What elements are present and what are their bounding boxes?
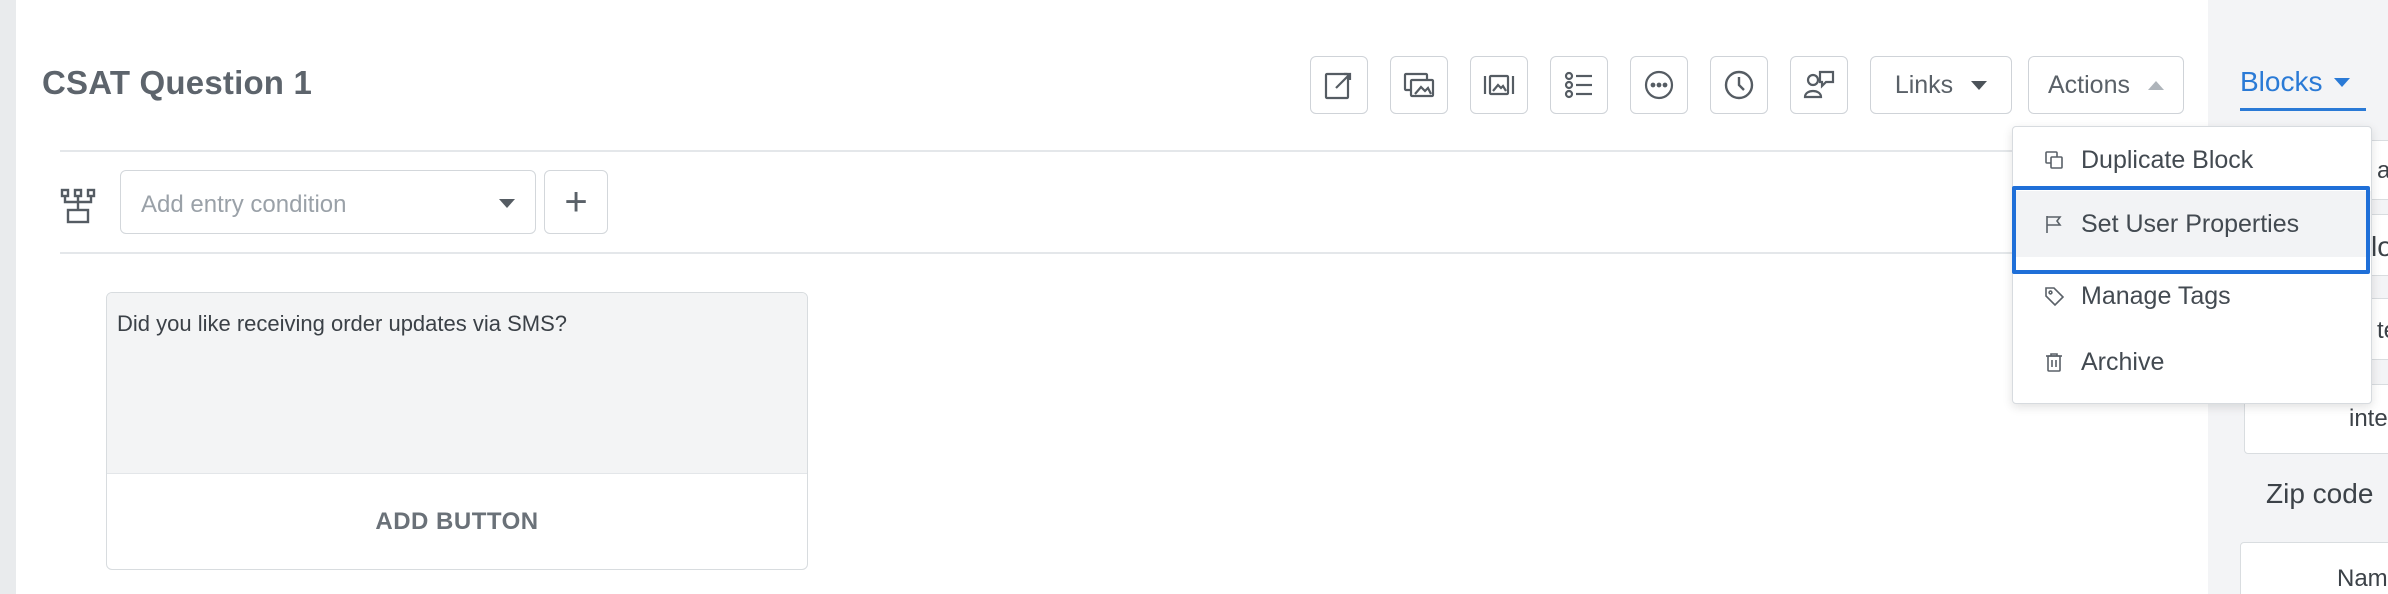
- blocks-tab[interactable]: Blocks: [2240, 66, 2351, 98]
- add-button[interactable]: ADD BUTTON: [107, 473, 807, 569]
- menu-item-duplicate-block[interactable]: Duplicate Block: [2013, 127, 2371, 193]
- left-rail: [0, 0, 16, 594]
- actions-label: Actions: [2048, 70, 2130, 99]
- links-dropdown[interactable]: Links: [1870, 56, 2012, 114]
- block-title[interactable]: CSAT Question 1: [42, 64, 312, 102]
- actions-dropdown[interactable]: Actions: [2028, 56, 2184, 114]
- entry-condition-placeholder: Add entry condition: [141, 191, 347, 218]
- panel-item[interactable]: Nam: [2240, 542, 2388, 594]
- menu-item-focus-ring: [2012, 186, 2370, 274]
- blocks-tab-label: Blocks: [2240, 66, 2323, 97]
- menu-item-archive[interactable]: Archive: [2013, 329, 2371, 395]
- blocks-tab-underline: [2240, 108, 2366, 111]
- chevron-down-icon: [499, 199, 515, 208]
- tag-icon: [2045, 287, 2065, 307]
- main-editor: CSAT Question 1 Links Actions Add entry …: [16, 0, 2208, 594]
- add-entry-condition-button[interactable]: +: [544, 170, 608, 234]
- menu-item-label: Duplicate Block: [2081, 145, 2254, 174]
- links-label: Links: [1894, 70, 1954, 99]
- chevron-down-icon: [1971, 80, 1988, 90]
- edit-message-icon[interactable]: [1310, 56, 1368, 114]
- chevron-down-icon: [2334, 77, 2351, 87]
- divider: [60, 252, 2208, 254]
- media-icon[interactable]: [1470, 56, 1528, 114]
- section-label: Zip code: [2266, 478, 2374, 509]
- typing-icon[interactable]: [1630, 56, 1688, 114]
- text-card: Did you like receiving order updates via…: [106, 292, 808, 570]
- card-message-text[interactable]: Did you like receiving order updates via…: [107, 293, 807, 473]
- entry-condition-icon: [58, 186, 98, 226]
- chevron-up-icon: [2147, 80, 2164, 90]
- menu-item-label: Archive: [2081, 347, 2165, 376]
- divider: [60, 150, 2208, 152]
- trash-icon: [2046, 353, 2062, 372]
- duplicate-icon: [2045, 151, 2063, 169]
- menu-item-label: Manage Tags: [2081, 281, 2231, 310]
- delay-icon[interactable]: [1710, 56, 1768, 114]
- user-input-icon[interactable]: [1790, 56, 1848, 114]
- entry-condition-select[interactable]: Add entry condition: [120, 170, 536, 234]
- gallery-icon[interactable]: [1390, 56, 1448, 114]
- list-icon[interactable]: [1550, 56, 1608, 114]
